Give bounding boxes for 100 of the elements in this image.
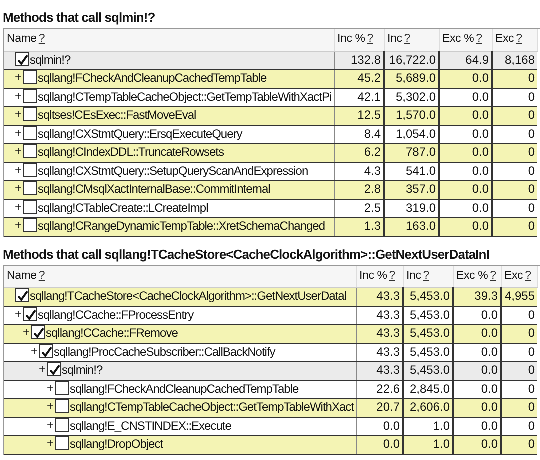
checkbox[interactable] xyxy=(23,200,37,214)
tree-row-cell[interactable]: sqlmin!? xyxy=(4,51,334,70)
table-cell: 0.0 xyxy=(439,218,492,236)
column-header[interactable]: Name ? xyxy=(4,266,356,288)
checkbox[interactable] xyxy=(15,52,29,66)
checkbox[interactable] xyxy=(23,126,37,140)
checkbox[interactable] xyxy=(23,88,37,103)
table-cell: 64.9 xyxy=(439,51,492,70)
table-cell: 43.3 xyxy=(356,362,403,380)
help-link[interactable]: ? xyxy=(38,270,46,282)
expand-toggle[interactable]: + xyxy=(15,88,23,103)
table-cell: 0 xyxy=(492,70,537,88)
expand-toggle[interactable]: + xyxy=(15,144,23,158)
expand-toggle[interactable]: + xyxy=(15,126,23,140)
expand-toggle[interactable]: + xyxy=(15,162,23,177)
table-cell: 6.2 xyxy=(334,144,384,162)
expand-toggle[interactable]: + xyxy=(47,436,55,450)
table-cell: 0 xyxy=(501,398,537,417)
tree-row-cell[interactable]: + sqllang!DropObject xyxy=(4,436,356,454)
method-name: sqllang!CCache::FRemove xyxy=(46,326,178,340)
checkbox[interactable] xyxy=(39,344,53,358)
tree-row-cell[interactable]: + sqllang!CRangeDynamicTempTable::XretSchemaChanged xyxy=(4,218,334,236)
checkbox[interactable] xyxy=(15,288,29,302)
expand-toggle[interactable]: + xyxy=(15,107,23,122)
tree-row-cell[interactable]: + sqllang!FCheckAndCleanupCachedTempTable xyxy=(4,70,334,88)
tree-row-cell[interactable]: + sqllang!CIndexDDL::TruncateRowsets xyxy=(4,144,334,162)
table-cell: 0.0 xyxy=(453,436,501,454)
column-header[interactable]: Inc % ? xyxy=(334,29,384,51)
table-cell: 0 xyxy=(492,218,537,236)
method-name: sqlmin!? xyxy=(62,363,103,378)
expand-toggle[interactable]: + xyxy=(47,399,55,414)
help-link[interactable]: ? xyxy=(404,33,410,46)
help-link[interactable]: ? xyxy=(490,270,496,282)
table-cell: 2.8 xyxy=(334,180,384,199)
method-name: sqllang!FCheckAndCleanupCachedTempTable xyxy=(38,71,267,86)
method-name: sqltses!CEsExec::FastMoveEval xyxy=(38,108,196,122)
help-link[interactable]: ? xyxy=(476,33,482,46)
column-header[interactable]: Exc % ? xyxy=(439,29,492,51)
expand-toggle[interactable]: + xyxy=(23,325,31,340)
checkbox[interactable] xyxy=(55,436,69,450)
help-link[interactable]: ? xyxy=(367,33,374,46)
tree-row-cell[interactable]: + sqllang!CTempTableCacheObject::GetTempTableWithXact xyxy=(4,398,356,417)
table-cell: 39.3 xyxy=(453,288,501,306)
help-link[interactable]: ? xyxy=(423,270,430,282)
expand-toggle[interactable]: + xyxy=(15,306,23,321)
help-link[interactable]: ? xyxy=(525,270,532,282)
checkbox[interactable] xyxy=(55,380,69,395)
tree-row-cell[interactable]: + sqllang!CCache::FRemove xyxy=(4,324,356,343)
tree-row-cell[interactable]: sqllang!TCacheStore<CacheClockAlgorithm>::GetNextUserDatal xyxy=(4,288,356,306)
column-header[interactable]: Exc ? xyxy=(492,29,537,51)
table-cell: 4,955 xyxy=(501,288,537,306)
expand-toggle[interactable]: + xyxy=(15,181,23,196)
tree-row-cell[interactable]: + sqltses!CEsExec::FastMoveEval xyxy=(4,106,334,125)
table-cell: 1.0 xyxy=(403,436,453,454)
column-header[interactable]: Inc ? xyxy=(403,266,453,288)
checkbox[interactable] xyxy=(23,162,37,177)
table-cell: 0.0 xyxy=(453,362,501,380)
checkbox[interactable] xyxy=(23,306,37,321)
checkbox[interactable] xyxy=(23,181,37,196)
table-cell: 20.7 xyxy=(356,398,403,417)
table-cell: 0.0 xyxy=(453,324,501,343)
column-header[interactable]: Name ? xyxy=(4,29,334,51)
help-link[interactable]: ? xyxy=(516,33,522,46)
expand-toggle[interactable]: + xyxy=(31,344,39,358)
method-name: sqllang!FCheckAndCleanupCachedTempTable xyxy=(70,382,299,396)
expand-toggle[interactable]: + xyxy=(15,70,23,84)
expand-toggle[interactable]: + xyxy=(15,200,23,214)
column-header[interactable]: Exc % ? xyxy=(453,266,501,288)
table-cell: 43.3 xyxy=(356,288,403,306)
tree-row-cell[interactable]: + sqlmin!? xyxy=(4,362,356,380)
help-link[interactable]: ? xyxy=(38,33,46,46)
table-title: Methods that call sqllang!TCacheStore<CacheClockAlgorithm>::GetNextUserDataInI xyxy=(3,246,490,264)
expand-toggle[interactable]: + xyxy=(47,418,55,432)
expand-toggle[interactable]: + xyxy=(39,362,47,376)
checkbox[interactable] xyxy=(47,362,61,376)
column-header[interactable]: Inc ? xyxy=(384,29,439,51)
checkbox[interactable] xyxy=(23,70,37,84)
expand-toggle[interactable]: + xyxy=(15,218,23,232)
table-cell: 8,168 xyxy=(492,51,537,70)
table-cell: 0 xyxy=(501,436,537,454)
checkbox[interactable] xyxy=(55,399,69,414)
table-cell: 45.2 xyxy=(334,70,384,88)
table-cell: 0.0 xyxy=(453,398,501,417)
column-header[interactable]: Exc ? xyxy=(501,266,537,288)
table-cell: 5,453.0 xyxy=(403,324,453,343)
help-link[interactable]: ? xyxy=(389,270,396,282)
tree-row-cell[interactable]: + sqllang!CMsqlXactInternalBase::CommitInternal xyxy=(4,180,334,199)
checkbox[interactable] xyxy=(23,107,37,122)
table-cell: 5,689.0 xyxy=(384,70,439,88)
checkbox[interactable] xyxy=(55,418,69,432)
table-cell: 0.0 xyxy=(439,70,492,88)
checkbox[interactable] xyxy=(23,218,37,232)
expand-toggle[interactable]: + xyxy=(47,380,55,395)
checkbox[interactable] xyxy=(23,144,37,158)
method-name: sqllang!CMsqlXactInternalBase::CommitInternal xyxy=(38,182,270,196)
column-header[interactable]: Inc % ? xyxy=(356,266,403,288)
table-cell: 0 xyxy=(492,180,537,199)
table-cell: 43.3 xyxy=(356,324,403,343)
method-name: sqlmin!? xyxy=(30,52,71,67)
checkbox[interactable] xyxy=(31,325,45,340)
